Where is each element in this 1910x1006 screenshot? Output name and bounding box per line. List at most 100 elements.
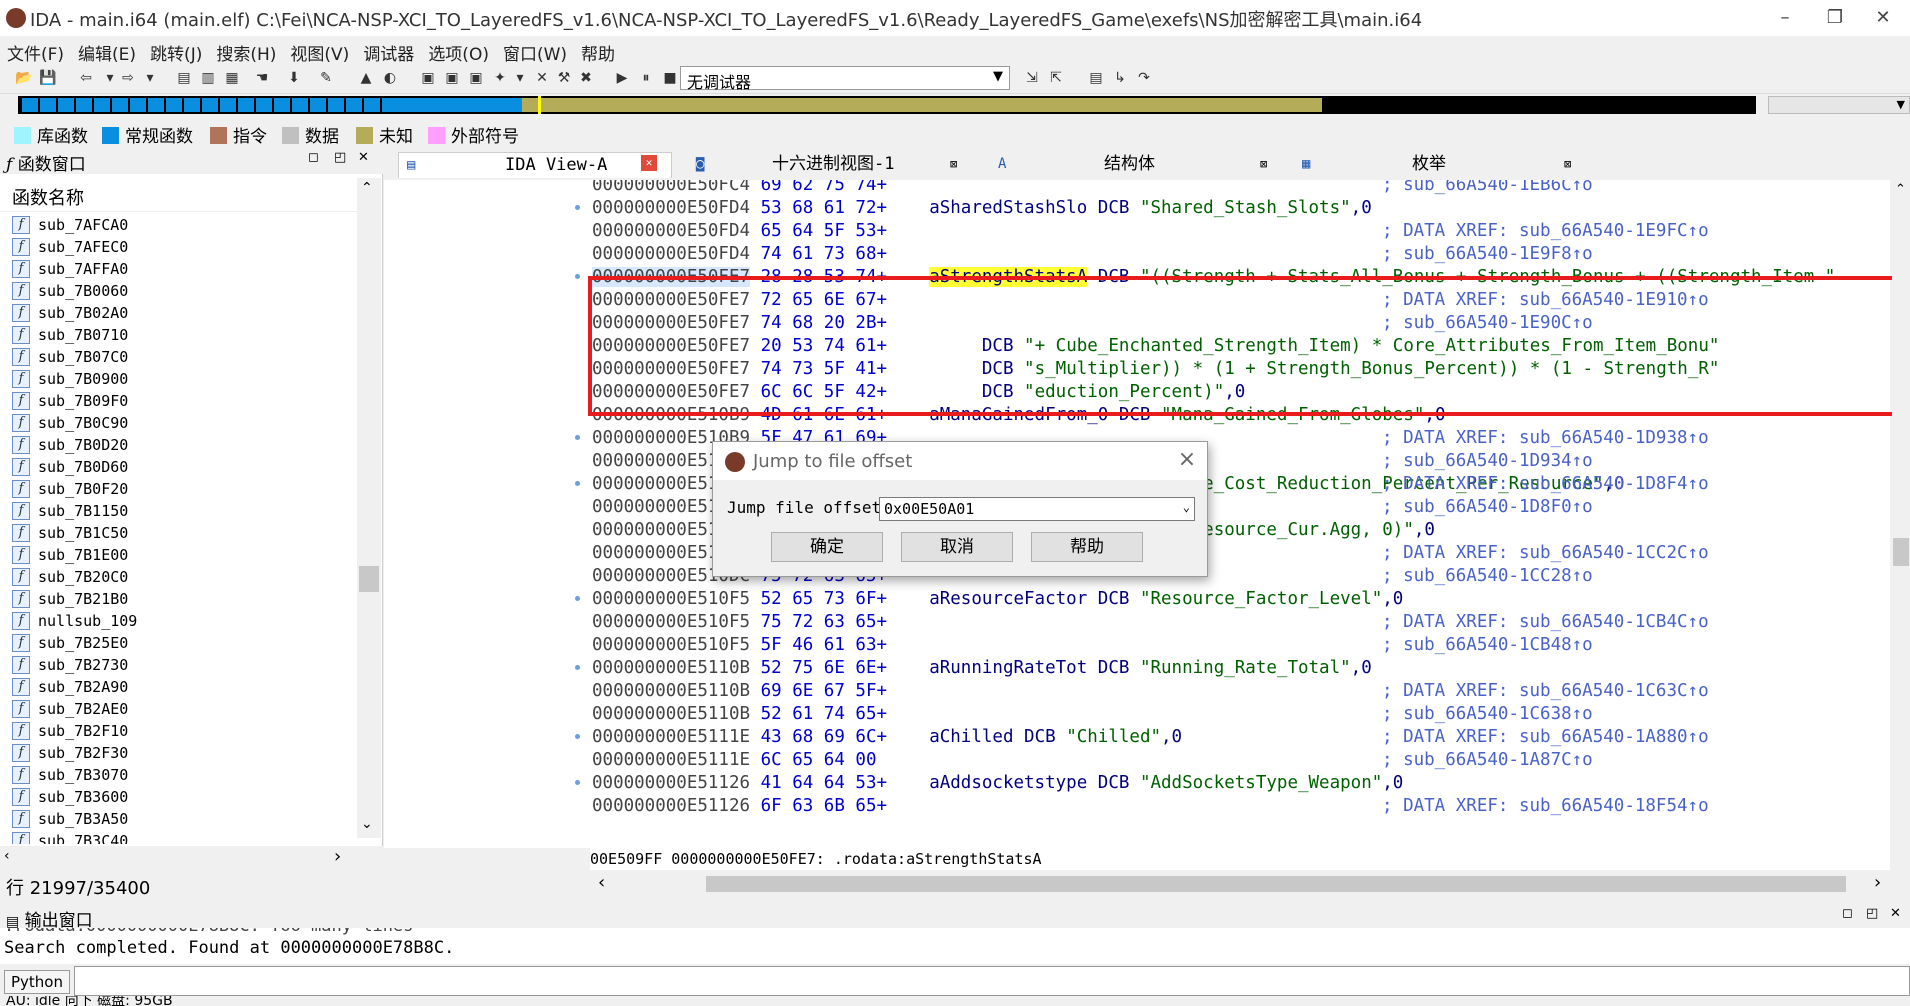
list-item[interactable]: f sub_7B1E00 — [0, 544, 355, 566]
menu-options[interactable]: 选项(O) — [421, 36, 496, 65]
graph-icon[interactable]: ▲ — [356, 68, 376, 88]
listing-line[interactable]: 000000000E50FD4 74 61 73 68+ ; sub_66A540… — [592, 243, 1593, 266]
functions-vertical-scrollbar[interactable]: ⌃ ⌄ — [357, 178, 381, 838]
output-window[interactable]: .rodata:0000000000E78B8C: Too many lines… — [0, 928, 1910, 964]
patch2-icon[interactable]: ▣ — [442, 68, 462, 88]
assemble-icon[interactable]: ▤ — [174, 68, 194, 88]
scroll-thumb[interactable] — [1893, 538, 1909, 566]
pane-dock-icon[interactable]: ◰ — [334, 150, 346, 165]
dialog-titlebar[interactable]: Jump to file offset × — [713, 442, 1207, 480]
detach-icon[interactable]: ⇱ — [1046, 68, 1066, 88]
back-dropdown-icon[interactable]: ▾ — [100, 68, 120, 88]
pane-float-icon[interactable]: ◻ — [1842, 906, 1853, 921]
scroll-right-icon[interactable]: › — [334, 846, 341, 867]
menu-edit[interactable]: 编辑(E) — [71, 36, 143, 65]
list-item[interactable]: f sub_7B2A90 — [0, 676, 355, 698]
listing-line[interactable]: 000000000E5111E 6C 65 64 00 ; sub_66A540-… — [592, 749, 1593, 772]
tab-close-icon[interactable]: ⊠ — [950, 152, 957, 176]
tool-icon[interactable]: ✕ — [532, 68, 552, 88]
list-item[interactable]: f sub_7B2730 — [0, 654, 355, 676]
listing-line[interactable]: 000000000E5110B 52 75 6E 6E+ aRunningRat… — [592, 657, 1372, 680]
search-icon[interactable]: ◐ — [380, 68, 400, 88]
list-item[interactable]: f sub_7AFCA0 — [0, 214, 355, 236]
save-icon[interactable]: 💾 — [38, 68, 58, 88]
pane-float-icon[interactable]: ◻ — [308, 150, 319, 165]
cancel-button[interactable]: 取消 — [901, 532, 1013, 562]
tab-hex-view[interactable]: ◙ 十六进制视图-1 ⊠ — [690, 152, 988, 178]
tab-close-icon[interactable]: ⊠ — [1564, 152, 1571, 176]
ok-button[interactable]: 确定 — [771, 532, 883, 562]
tab-structures[interactable]: A 结构体 ⊠ — [992, 152, 1292, 178]
list-item[interactable]: f sub_7B0710 — [0, 324, 355, 346]
menu-file[interactable]: 文件(F) — [0, 36, 71, 65]
step-into-icon[interactable]: ↳ — [1110, 68, 1130, 88]
list-item[interactable]: f sub_7B21B0 — [0, 588, 355, 610]
listing-line[interactable]: 000000000E50FD4 65 64 5F 53+ ; DATA XREF:… — [592, 220, 1709, 243]
listing-horizontal-scrollbar[interactable]: ‹ › — [590, 872, 1910, 896]
list-item[interactable]: f sub_7B0060 — [0, 280, 355, 302]
rename-icon[interactable]: ✎ — [316, 68, 336, 88]
debugger-select[interactable]: 无调试器 ▼ — [680, 66, 1010, 92]
listing-line[interactable]: 000000000E51126 6F 63 6B 65+ ; DATA XREF:… — [592, 795, 1709, 818]
listing-line[interactable]: 000000000E510F5 5F 46 61 63+ ; sub_66A540… — [592, 634, 1593, 657]
menu-debugger[interactable]: 调试器 — [356, 36, 421, 65]
scroll-left-icon[interactable]: ‹ — [4, 848, 10, 864]
scroll-thumb[interactable] — [359, 566, 379, 592]
list-item[interactable]: f nullsub_109 — [0, 610, 355, 632]
list-item[interactable]: f sub_7B0900 — [0, 368, 355, 390]
list-item[interactable]: f sub_7B3600 — [0, 786, 355, 808]
attach-icon[interactable]: ⇲ — [1022, 68, 1042, 88]
scroll-thumb[interactable] — [706, 876, 1846, 892]
chevron-down-icon[interactable]: ⌄ — [1183, 500, 1190, 514]
scroll-left-icon[interactable]: ‹ — [598, 872, 605, 893]
hand-icon[interactable]: ☚ — [252, 68, 272, 88]
python-button[interactable]: Python — [4, 970, 70, 994]
listing-line[interactable]: 000000000E5111E 43 68 69 6C+ aChilled DC… — [592, 726, 1709, 749]
tab-close-icon[interactable]: ✕ — [641, 155, 657, 171]
back-icon[interactable]: ⇦ — [76, 68, 96, 88]
breakpoint-dropdown-icon[interactable]: ▾ — [510, 68, 530, 88]
list-item[interactable]: f sub_7B1150 — [0, 500, 355, 522]
stop-icon[interactable]: ■ — [660, 68, 680, 88]
list-item[interactable]: f sub_7B3A50 — [0, 808, 355, 830]
open-icon[interactable]: 📂 — [14, 68, 34, 88]
list-item[interactable]: f sub_7B02A0 — [0, 302, 355, 324]
forward-dropdown-icon[interactable]: ▾ — [140, 68, 160, 88]
data-icon[interactable]: ▥ — [198, 68, 218, 88]
close-button[interactable]: ✕ — [1858, 4, 1908, 32]
file-offset-combo[interactable]: 0x00E50A01 ⌄ — [879, 497, 1195, 521]
help-button[interactable]: 帮助 — [1031, 532, 1143, 562]
list-item[interactable]: f sub_7B3C40 — [0, 830, 355, 844]
listing-line[interactable]: 000000000E510F5 52 65 73 6F+ aResourceFa… — [592, 588, 1403, 611]
tab-close-icon[interactable]: ⊠ — [1260, 152, 1267, 176]
menu-search[interactable]: 搜索(H) — [209, 36, 283, 65]
scroll-down-icon[interactable]: ⌄ — [361, 816, 373, 832]
listing-line[interactable]: 000000000E5110B 69 6E 67 5F+ ; DATA XREF:… — [592, 680, 1709, 703]
list-item[interactable]: f sub_7B2AE0 — [0, 698, 355, 720]
struct-icon[interactable]: ▦ — [222, 68, 242, 88]
list-item[interactable]: f sub_7B0C90 — [0, 412, 355, 434]
pause-icon[interactable]: ⏸ — [636, 68, 656, 88]
breakpoint-icon[interactable]: ✦ — [490, 68, 510, 88]
pane-dock-icon[interactable]: ◰ — [1866, 906, 1878, 921]
scroll-up-icon[interactable]: ⌃ — [1895, 182, 1906, 197]
step-over-icon[interactable]: ↷ — [1134, 68, 1154, 88]
list-item[interactable]: f sub_7B3070 — [0, 764, 355, 786]
listing-line[interactable]: 000000000E510F5 75 72 63 65+ ; DATA XREF:… — [592, 611, 1709, 634]
list-item[interactable]: f sub_7B07C0 — [0, 346, 355, 368]
listing-line[interactable]: 000000000E50FC4 69 62 75 74+ ; sub_66A540… — [592, 180, 1593, 197]
functions-list[interactable]: f sub_7AFCA0 f sub_7AFEC0 f sub_7AFFA0 f sub_7B… — [0, 214, 355, 844]
menu-jump[interactable]: 跳转(J) — [143, 36, 209, 65]
play-icon[interactable]: ▶ — [612, 68, 632, 88]
list-item[interactable]: f sub_7B25E0 — [0, 632, 355, 654]
patch-icon[interactable]: ▣ — [418, 68, 438, 88]
minimize-button[interactable]: – — [1760, 4, 1810, 32]
functions-column-header[interactable]: 函数名称 — [0, 176, 360, 212]
scroll-right-icon[interactable]: › — [1874, 872, 1881, 893]
pane-close-icon[interactable]: ✕ — [358, 150, 369, 165]
listing-vertical-scrollbar[interactable]: ⌃ — [1892, 180, 1910, 848]
patch3-icon[interactable]: ▣ — [466, 68, 486, 88]
python-command-input[interactable] — [74, 966, 1910, 996]
list-item[interactable]: f sub_7B0F20 — [0, 478, 355, 500]
cancel-icon[interactable]: ✖ — [576, 68, 596, 88]
